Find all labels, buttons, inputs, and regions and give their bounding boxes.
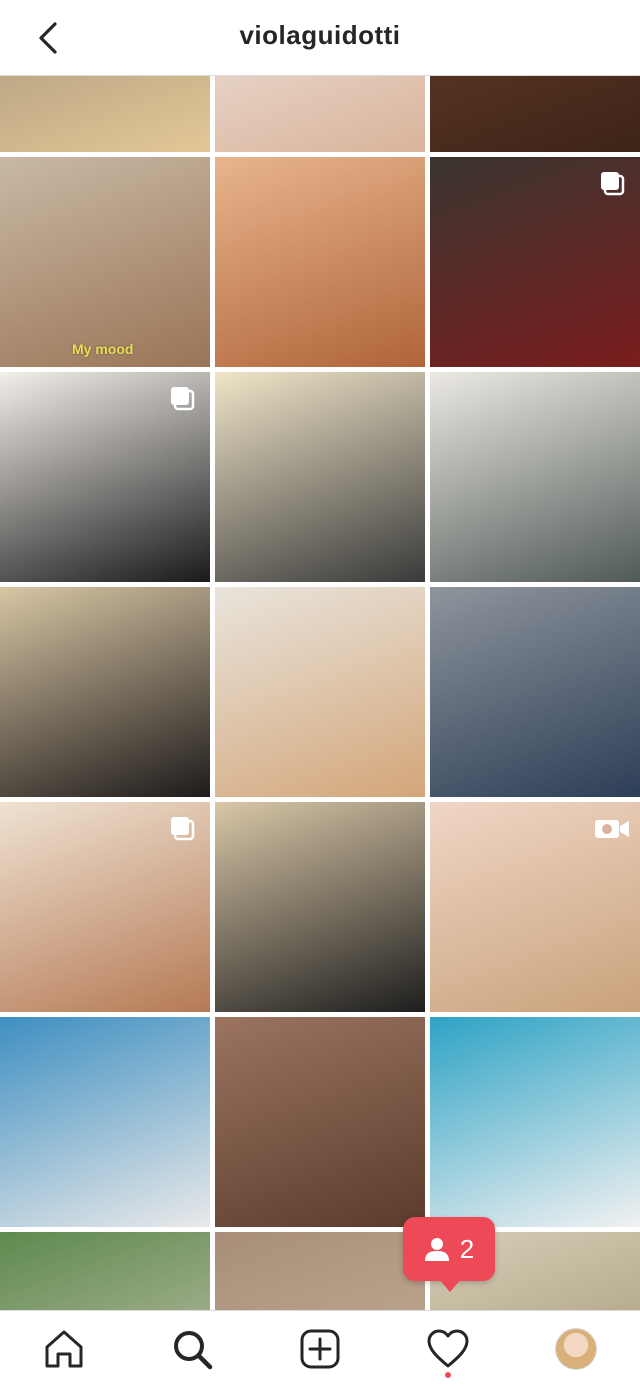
top-bar: violaguidotti (0, 0, 640, 76)
post-thumbnail[interactable] (430, 157, 640, 367)
post-thumbnail[interactable] (215, 372, 425, 582)
tab-new-post[interactable] (296, 1325, 344, 1373)
post-thumbnail[interactable] (0, 802, 210, 1012)
post-thumbnail[interactable] (430, 76, 640, 152)
post-thumbnail[interactable] (430, 802, 640, 1012)
new-post-icon (300, 1329, 340, 1369)
follower-notification-bubble[interactable]: 2 (403, 1217, 495, 1281)
home-icon (45, 1330, 83, 1368)
post-thumbnail[interactable] (430, 372, 640, 582)
post-thumbnail[interactable] (0, 587, 210, 797)
tab-home[interactable] (40, 1325, 88, 1373)
posts-grid: My mood (0, 76, 640, 1310)
post-thumbnail[interactable] (0, 372, 210, 582)
post-thumbnail[interactable] (215, 1017, 425, 1227)
post-thumbnail[interactable] (215, 76, 425, 152)
post-thumbnail[interactable] (0, 1232, 210, 1310)
post-thumbnail[interactable] (430, 587, 640, 797)
profile-avatar (555, 1328, 597, 1370)
heart-icon (427, 1329, 469, 1368)
post-thumbnail[interactable] (430, 1017, 640, 1227)
tab-search[interactable] (168, 1325, 216, 1373)
activity-indicator-dot (445, 1372, 451, 1378)
notification-count: 2 (459, 1233, 475, 1264)
carousel-icon (598, 169, 628, 199)
post-thumbnail[interactable]: My mood (0, 157, 210, 367)
notification-tail (438, 1278, 462, 1292)
carousel-icon (168, 814, 198, 844)
profile-username: violaguidotti (239, 20, 401, 50)
camera-icon (592, 814, 632, 844)
carousel-icon (168, 384, 198, 414)
post-thumbnail[interactable] (215, 1232, 425, 1310)
search-icon (174, 1331, 213, 1370)
post-caption-sticker: My mood (72, 341, 134, 357)
tab-activity[interactable] (424, 1325, 472, 1373)
post-thumbnail[interactable] (215, 802, 425, 1012)
post-thumbnail[interactable] (0, 76, 210, 152)
post-thumbnail[interactable] (215, 157, 425, 367)
person-icon (424, 1238, 449, 1261)
post-thumbnail[interactable] (215, 587, 425, 797)
post-thumbnail[interactable] (0, 1017, 210, 1227)
tab-profile[interactable] (552, 1325, 600, 1373)
bottom-tab-bar (0, 1310, 640, 1386)
